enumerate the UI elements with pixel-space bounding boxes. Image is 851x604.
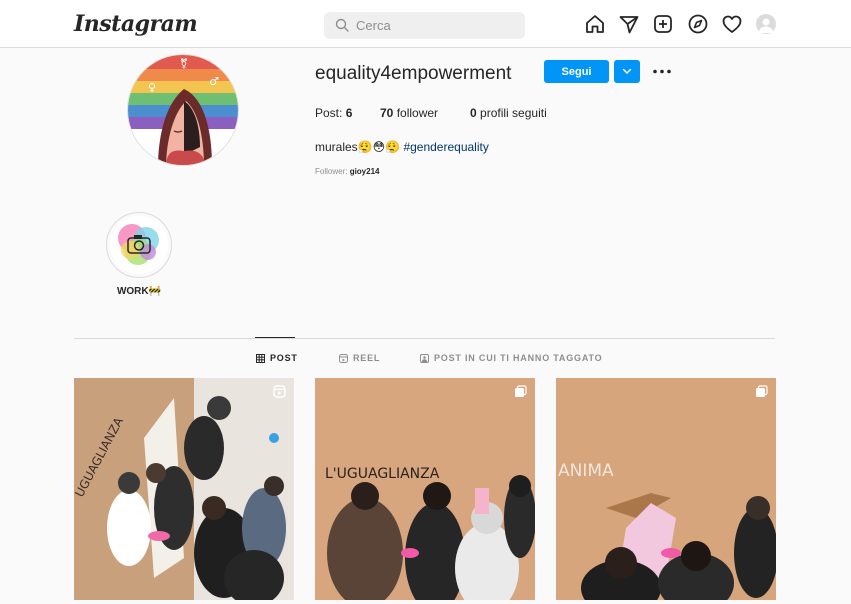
carousel-icon	[515, 385, 527, 397]
tab-tagged[interactable]: POST IN CUI TI HANNO TAGGATO	[420, 353, 602, 363]
new-post-icon[interactable]	[652, 13, 674, 35]
reel-icon	[273, 385, 286, 398]
post-thumbnail[interactable]: ANIMA	[556, 378, 776, 600]
user-silhouette-icon	[759, 18, 773, 33]
post-image: UGUAGLIANZA	[74, 378, 294, 600]
profile-bio: murales😮‍💨😳😮‍💨 #genderequality	[315, 140, 489, 154]
camera-icon	[118, 224, 159, 265]
active-tab-indicator	[255, 337, 295, 338]
instagram-logo[interactable]: Instagram	[74, 11, 198, 37]
post-image: L'UGUAGLIANZA	[315, 378, 535, 600]
highlight-cover	[110, 216, 168, 274]
svg-text:♀: ♀	[148, 81, 156, 94]
bio-emojis: 😮‍💨😳😮‍💨	[357, 140, 401, 154]
search-input[interactable]	[356, 15, 516, 36]
chevron-down-icon	[622, 68, 632, 74]
posts-count: Post: 6	[315, 106, 353, 120]
search-icon	[335, 18, 349, 32]
direct-message-icon[interactable]	[618, 13, 640, 35]
mural-text: ANIMA	[558, 461, 614, 481]
post-thumbnail[interactable]: L'UGUAGLIANZA	[315, 378, 535, 600]
reels-icon	[339, 353, 348, 363]
more-dots-icon	[653, 69, 671, 74]
tabs-divider	[74, 338, 775, 339]
carousel-icon	[756, 385, 768, 397]
post-image: ANIMA	[556, 378, 776, 600]
grid-icon	[256, 353, 265, 363]
follow-button[interactable]: Segui	[544, 60, 609, 83]
bio-text: murales	[315, 140, 358, 154]
followers-link[interactable]: 70 follower	[380, 106, 438, 120]
explore-icon[interactable]	[687, 13, 709, 35]
home-icon[interactable]	[584, 13, 606, 35]
tab-posts[interactable]: POST	[256, 353, 298, 363]
mural-text: L'UGUAGLIANZA	[325, 466, 440, 482]
tab-reels[interactable]: REEL	[339, 353, 380, 363]
tagged-icon	[420, 353, 429, 363]
profile-picture[interactable]: ⚧ ♀ ♂	[127, 54, 239, 166]
top-nav-bar: Instagram	[0, 0, 851, 48]
profile-username: equality4empowerment	[315, 63, 512, 84]
suggested-accounts-dropdown-button[interactable]	[614, 60, 640, 83]
profile-avatar[interactable]	[756, 14, 776, 34]
svg-text:♂: ♂	[209, 75, 219, 88]
post-thumbnail[interactable]: UGUAGLIANZA	[74, 378, 294, 600]
more-options-button[interactable]	[650, 60, 674, 83]
story-highlight[interactable]	[106, 212, 172, 278]
following-link[interactable]: 0 profili seguiti	[470, 106, 547, 120]
bio-hashtag-link[interactable]: #genderequality	[403, 140, 488, 154]
search-box[interactable]	[324, 12, 525, 39]
followed-by[interactable]: Follower: gioy214	[315, 167, 379, 176]
heart-icon[interactable]	[721, 13, 743, 35]
equality-face-illustration: ⚧ ♀ ♂	[128, 55, 238, 165]
svg-text:⚧: ⚧	[180, 58, 188, 70]
highlight-label: WORK🚧	[116, 286, 162, 297]
